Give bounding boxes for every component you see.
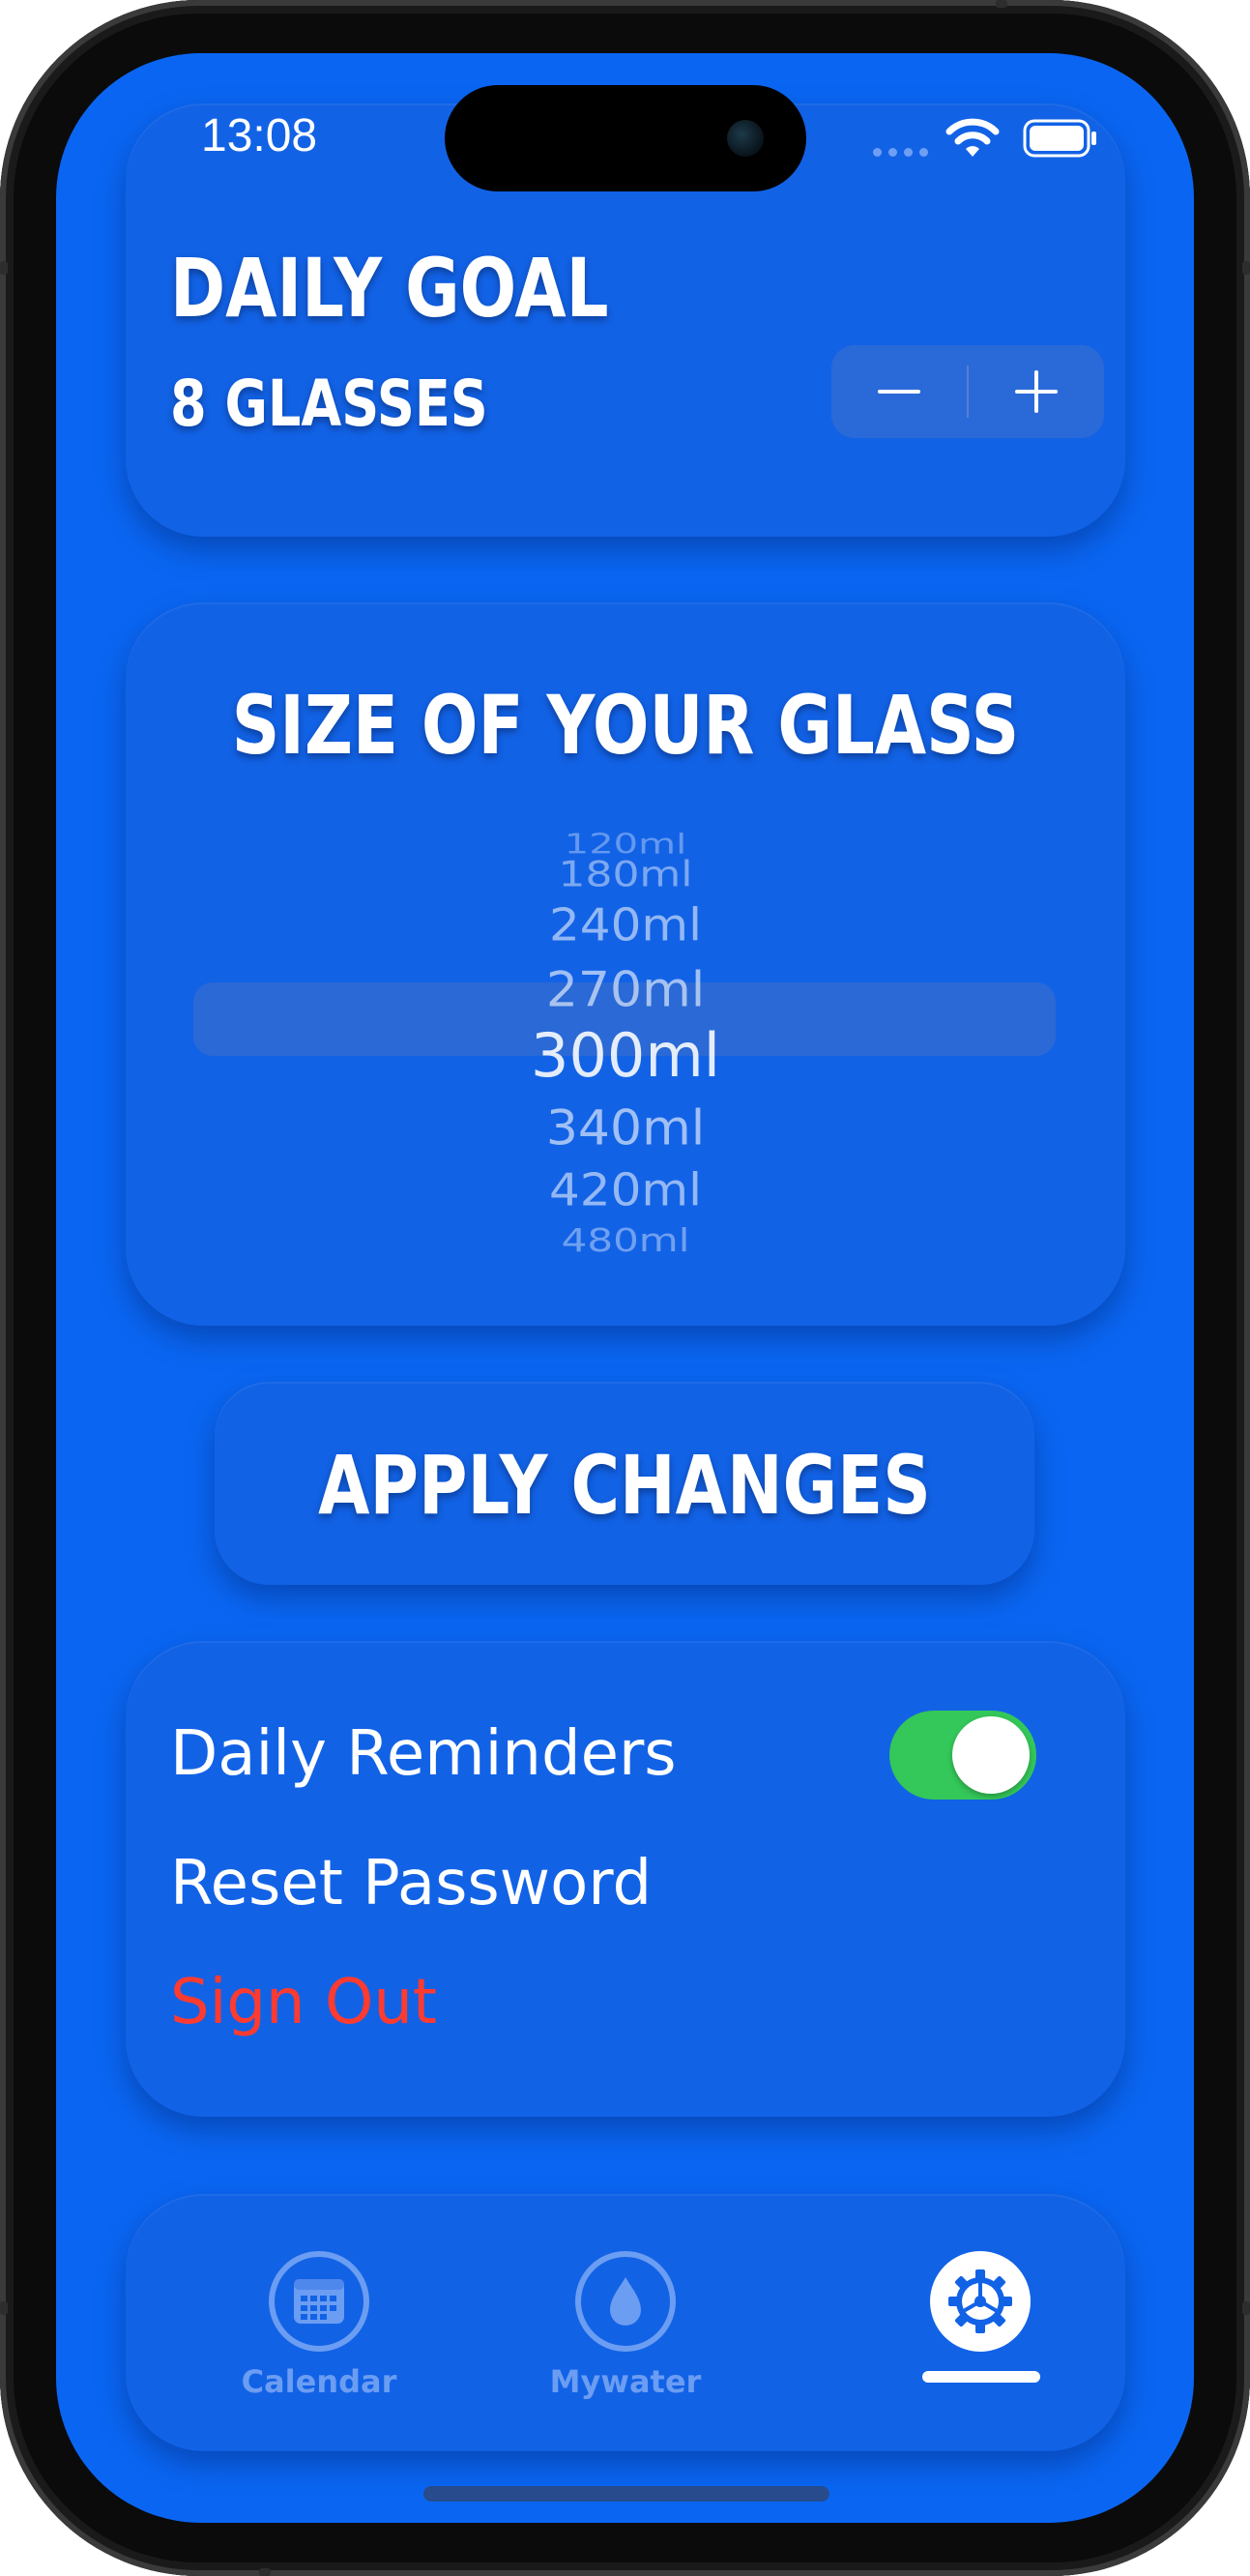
- tab-selected-indicator: [922, 2371, 1040, 2383]
- side-button-left-bottom: [0, 2301, 8, 2315]
- bottom-edge-mark: [259, 2568, 271, 2576]
- sign-out-link[interactable]: Sign Out: [170, 1967, 437, 2038]
- top-notch-edge: [996, 0, 1007, 8]
- glasses-count-label: 8 GLASSES: [170, 366, 488, 441]
- glass-size-title: SIZE OF YOUR GLASS: [231, 678, 1020, 773]
- status-time: 13:08: [201, 110, 318, 161]
- battery-icon: [1023, 119, 1096, 158]
- home-indicator: [423, 2486, 829, 2502]
- camera-icon: [727, 120, 764, 157]
- reset-password-link[interactable]: Reset Password: [170, 1848, 652, 1919]
- toggle-knob: [952, 1716, 1030, 1794]
- decrement-button[interactable]: [831, 345, 967, 438]
- side-button-right-bottom: [1242, 2301, 1250, 2315]
- calendar-icon: [269, 2251, 369, 2352]
- apply-changes-button[interactable]: APPLY CHANGES: [215, 1382, 1034, 1585]
- side-button-right-top: [1242, 261, 1250, 275]
- picker-option-selected[interactable]: 300ml: [126, 1019, 1125, 1093]
- picker-option[interactable]: 270ml: [126, 963, 1125, 1017]
- tab-calendar-label: Calendar: [241, 2363, 397, 2400]
- settings-card: Daily Reminders Reset Password Sign Out: [126, 1641, 1125, 2117]
- tab-calendar[interactable]: Calendar: [222, 2194, 416, 2451]
- picker-option[interactable]: 240ml: [126, 900, 1125, 951]
- picker-option[interactable]: 180ml: [126, 856, 1125, 893]
- apply-changes-label: APPLY CHANGES: [318, 1438, 931, 1533]
- picker-option[interactable]: 420ml: [126, 1165, 1125, 1215]
- tab-bar: Calendar Mywater: [126, 2194, 1125, 2451]
- tab-settings[interactable]: [884, 2194, 1077, 2451]
- gear-icon: [930, 2251, 1031, 2352]
- side-button-left-top: [0, 261, 8, 275]
- daily-goal-title: DAILY GOAL: [170, 241, 609, 336]
- daily-reminders-toggle[interactable]: [889, 1711, 1036, 1800]
- daily-reminders-label: Daily Reminders: [170, 1718, 677, 1790]
- glass-size-card: SIZE OF YOUR GLASS 120ml 180ml 240ml 270…: [126, 602, 1125, 1326]
- water-drop-icon: [575, 2251, 676, 2352]
- picker-option[interactable]: 480ml: [126, 1225, 1125, 1255]
- tab-mywater[interactable]: Mywater: [529, 2194, 722, 2451]
- signal-dots-icon: [873, 148, 928, 157]
- increment-button[interactable]: [969, 345, 1104, 438]
- picker-option[interactable]: 340ml: [126, 1101, 1125, 1156]
- tab-mywater-label: Mywater: [549, 2363, 702, 2400]
- plus-icon: [1015, 370, 1058, 413]
- dynamic-island: [445, 85, 806, 191]
- minus-icon: [878, 390, 920, 394]
- glasses-stepper: [831, 345, 1104, 438]
- screen: DAILY GOAL 8 GLASSES SIZE OF YOUR GLASS …: [56, 53, 1194, 2523]
- wifi-icon: [945, 118, 1000, 157]
